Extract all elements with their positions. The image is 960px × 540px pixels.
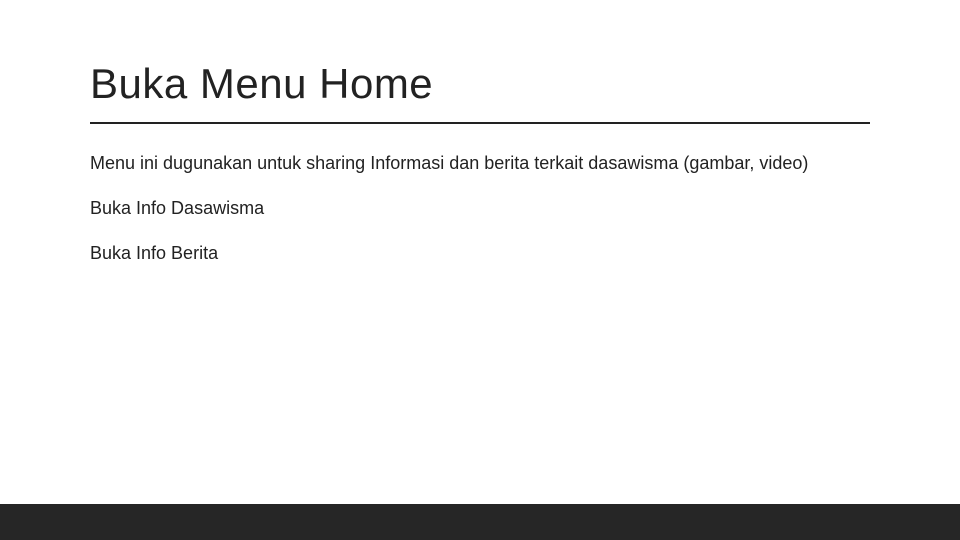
title-underline bbox=[90, 122, 870, 124]
slide-title: Buka Menu Home bbox=[90, 60, 870, 108]
body-line-1: Menu ini dugunakan untuk sharing Informa… bbox=[90, 150, 870, 177]
footer-bar bbox=[0, 504, 960, 540]
slide: Buka Menu Home Menu ini dugunakan untuk … bbox=[0, 0, 960, 267]
body-line-2: Buka Info Dasawisma bbox=[90, 195, 870, 222]
body-line-3: Buka Info Berita bbox=[90, 240, 870, 267]
